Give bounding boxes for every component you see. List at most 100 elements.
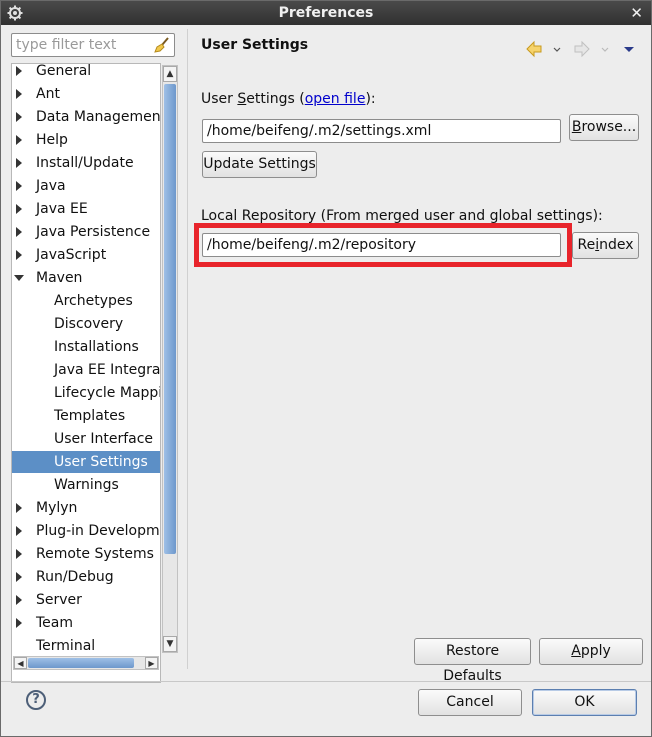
tree-item[interactable]: Lifecycle Mappir xyxy=(12,382,160,404)
tree-item-label: Java EE Integrati xyxy=(54,362,160,378)
reindex-button[interactable]: Reindex xyxy=(572,232,639,259)
tree-item[interactable]: Terminal xyxy=(12,635,160,657)
tree-item[interactable]: Run/Debug xyxy=(12,566,160,588)
tree-item[interactable]: Java xyxy=(12,175,160,197)
page-navigation xyxy=(526,40,634,58)
help-icon[interactable]: ? xyxy=(26,690,46,710)
local-repository-label: Local Repository (From merged user and g… xyxy=(201,208,603,224)
tree-item[interactable]: JavaScript xyxy=(12,244,160,266)
tree-item-label: Run/Debug xyxy=(36,569,114,585)
scroll-right-icon[interactable]: ▶ xyxy=(145,657,158,669)
tree-item[interactable]: Help xyxy=(12,129,160,151)
collapsed-arrow-icon[interactable] xyxy=(16,158,22,168)
title-bar: Preferences ✕ xyxy=(1,1,651,25)
collapsed-arrow-icon[interactable] xyxy=(16,503,22,513)
tree-item[interactable]: Data Management xyxy=(12,106,160,128)
open-file-link[interactable]: open file xyxy=(305,91,366,107)
tree-item-label: Archetypes xyxy=(54,293,133,309)
tree-item-label: Server xyxy=(36,592,82,608)
tree-item-label: Java Persistence xyxy=(36,224,151,240)
restore-defaults-button[interactable]: Restore Defaults xyxy=(414,638,531,684)
tree-item[interactable]: User Settings xyxy=(12,451,160,473)
expanded-arrow-icon[interactable] xyxy=(14,275,24,281)
scroll-up-icon[interactable]: ▲ xyxy=(163,66,177,82)
tree-item[interactable]: Templates xyxy=(12,405,160,427)
collapsed-arrow-icon[interactable] xyxy=(16,135,22,145)
tree-item-label: Remote Systems xyxy=(36,546,154,562)
tree-item[interactable]: Archetypes xyxy=(12,290,160,312)
page-title: User Settings xyxy=(201,37,309,53)
tree-horizontal-scrollbar[interactable]: ◀ ▶ xyxy=(13,656,159,670)
tree-item-label: Help xyxy=(36,132,68,148)
browse-label-mnemonic: B xyxy=(571,119,582,135)
collapsed-arrow-icon[interactable] xyxy=(16,526,22,536)
tree-item[interactable]: Remote Systems xyxy=(12,543,160,565)
browse-button[interactable]: Browse... xyxy=(569,114,639,141)
tree-item[interactable]: Install/Update xyxy=(12,152,160,174)
user-settings-path-field[interactable]: /home/beifeng/.m2/settings.xml xyxy=(202,119,561,143)
tree-item-label: Ant xyxy=(36,86,60,102)
filter-input[interactable] xyxy=(16,36,152,54)
tree-item-label: Install/Update xyxy=(36,155,134,171)
tree-vertical-scroll-thumb[interactable] xyxy=(164,84,176,554)
tree-item[interactable]: Server xyxy=(12,589,160,611)
collapsed-arrow-icon[interactable] xyxy=(16,549,22,559)
collapsed-arrow-icon[interactable] xyxy=(16,595,22,605)
tree-item[interactable]: Warnings xyxy=(12,474,160,496)
user-settings-label-pre: User xyxy=(201,91,238,107)
tree-item-label: Mylyn xyxy=(36,500,78,516)
preference-tree-panel: General Ant Data Management Help Install/Upd… xyxy=(11,33,179,683)
tree-item[interactable]: Plug-in Developme xyxy=(12,520,160,542)
tree-item[interactable]: Mylyn xyxy=(12,497,160,519)
tree-item[interactable]: General xyxy=(12,63,160,82)
collapsed-arrow-icon[interactable] xyxy=(16,618,22,628)
collapsed-arrow-icon[interactable] xyxy=(16,181,22,191)
tree-item[interactable]: Ant xyxy=(12,83,160,105)
user-settings-label-mnemonic: S xyxy=(237,91,247,107)
collapsed-arrow-icon[interactable] xyxy=(16,89,22,99)
user-settings-label: User Settings (open file): xyxy=(201,91,376,107)
forward-history-chevron-icon[interactable] xyxy=(601,47,609,52)
tree-item[interactable]: Java Persistence xyxy=(12,221,160,243)
tree-item-label: General xyxy=(36,63,92,79)
tree-item[interactable]: Java EE xyxy=(12,198,160,220)
back-arrow-icon[interactable] xyxy=(526,40,542,58)
panel-splitter[interactable] xyxy=(187,29,188,669)
collapsed-arrow-icon[interactable] xyxy=(16,572,22,582)
tree-item[interactable]: Installations xyxy=(12,336,160,358)
update-settings-button[interactable]: Update Settings xyxy=(202,151,317,178)
preference-tree: General Ant Data Management Help Install/Upd… xyxy=(11,63,161,683)
ok-button[interactable]: OK xyxy=(532,689,637,716)
annotation-highlight-box xyxy=(194,223,572,267)
tree-item-label: Warnings xyxy=(54,477,119,493)
view-menu-icon[interactable] xyxy=(624,47,634,52)
apply-button[interactable]: Apply xyxy=(539,638,643,665)
cancel-button[interactable]: Cancel xyxy=(418,689,522,716)
tree-horizontal-scroll-thumb[interactable] xyxy=(28,658,134,668)
tree-item[interactable]: Team xyxy=(12,612,160,634)
collapsed-arrow-icon[interactable] xyxy=(16,250,22,260)
tree-item-label: Lifecycle Mappir xyxy=(54,385,160,401)
forward-arrow-icon[interactable] xyxy=(574,40,590,58)
back-history-chevron-icon[interactable] xyxy=(553,47,561,52)
collapsed-arrow-icon[interactable] xyxy=(16,227,22,237)
apply-label-mnemonic: A xyxy=(571,643,581,659)
collapsed-arrow-icon[interactable] xyxy=(16,66,22,76)
tree-vertical-scrollbar[interactable]: ▲ ▼ xyxy=(162,65,178,653)
apply-label-post: pply xyxy=(580,643,611,659)
close-icon[interactable]: ✕ xyxy=(630,4,643,22)
clear-filter-broom-icon[interactable] xyxy=(154,37,170,53)
preferences-dialog: Preferences ✕ General Ant Data Management H… xyxy=(0,0,652,737)
tree-item[interactable]: Java EE Integrati xyxy=(12,359,160,381)
tree-item-label: User Settings xyxy=(54,454,148,470)
tree-item-label: User Interface xyxy=(54,431,154,447)
tree-item-label: Team xyxy=(36,615,74,631)
tree-item[interactable]: Discovery xyxy=(12,313,160,335)
collapsed-arrow-icon[interactable] xyxy=(16,112,22,122)
scroll-down-icon[interactable]: ▼ xyxy=(163,636,177,652)
scroll-left-icon[interactable]: ◀ xyxy=(14,657,27,669)
collapsed-arrow-icon[interactable] xyxy=(16,204,22,214)
tree-item[interactable]: Maven xyxy=(12,267,160,289)
tree-item[interactable]: User Interface xyxy=(12,428,160,450)
tree-item-label: Data Management xyxy=(36,109,160,125)
